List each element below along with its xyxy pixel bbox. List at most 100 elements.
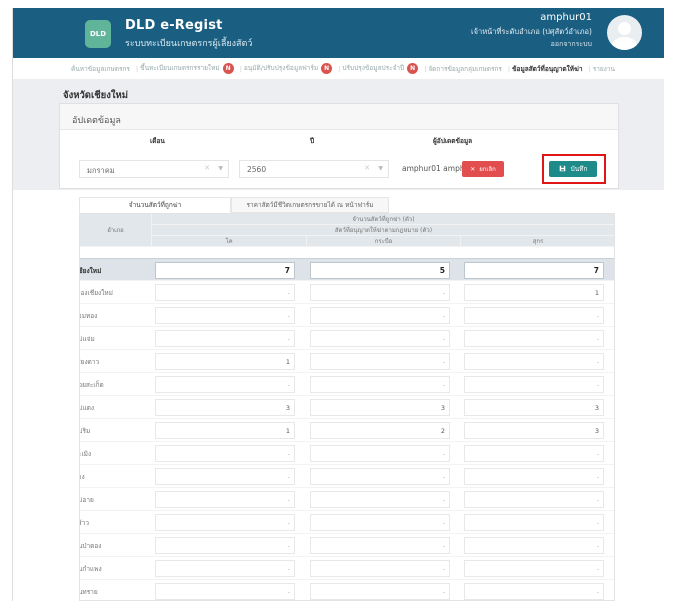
close-icon: ✕ bbox=[470, 165, 476, 173]
month-value: มกราคม bbox=[87, 166, 115, 175]
table-row: ฝาง--- bbox=[80, 465, 614, 488]
nav-item[interactable]: ค้นหาข้อมูลเกษตรกร bbox=[71, 64, 132, 74]
summary-row: เชียงใหม่ 757 bbox=[80, 258, 614, 281]
cattle-count-input[interactable]: - bbox=[155, 307, 295, 324]
district-name: แม่ริม bbox=[80, 427, 91, 435]
pig-count-input: 7 bbox=[464, 262, 604, 279]
pig-count-input[interactable]: - bbox=[464, 514, 604, 531]
card-title: อัปเดตข้อมูล bbox=[60, 104, 618, 130]
cattle-count-input[interactable]: 3 bbox=[155, 399, 295, 416]
district-name: จอมทอง bbox=[80, 312, 98, 320]
new-badge: N bbox=[321, 63, 333, 74]
pig-count-input[interactable]: - bbox=[464, 537, 604, 554]
nav-item[interactable]: อนุมัติ/ปรับปรุงข้อมูลฟาร์ม N bbox=[244, 63, 334, 74]
main-nav: ค้นหาข้อมูลเกษตรกร | ขึ้นทะเบียนเกษตรกรราย… bbox=[13, 58, 664, 80]
pig-count-input[interactable]: - bbox=[464, 468, 604, 485]
buffalo-count-input[interactable]: - bbox=[310, 537, 450, 554]
cattle-count-input[interactable]: - bbox=[155, 468, 295, 485]
nav-item-label: อนุมัติ/ปรับปรุงข้อมูลฟาร์ม bbox=[243, 64, 319, 72]
nav-item[interactable]: ขึ้นทะเบียนเกษตรกรรายใหม่ N bbox=[140, 63, 236, 74]
nav-separator: | bbox=[424, 64, 427, 73]
clear-icon[interactable]: ✕ bbox=[364, 164, 370, 172]
buffalo-count-input[interactable]: 3 bbox=[310, 399, 450, 416]
chevron-down-icon[interactable]: ▼ bbox=[218, 165, 223, 172]
table-row: สันป่าตอง--- bbox=[80, 534, 614, 557]
cattle-count-input[interactable]: - bbox=[155, 491, 295, 508]
table-row: สันทราย--- bbox=[80, 580, 614, 600]
cattle-count-input[interactable]: - bbox=[155, 330, 295, 347]
logout-link[interactable]: ออกจากระบบ bbox=[551, 39, 592, 50]
district-name: เชียงดาว bbox=[80, 358, 100, 366]
pig-count-input[interactable]: - bbox=[464, 353, 604, 370]
district-name: เมืองเชียงใหม่ bbox=[80, 289, 113, 297]
month-label: เดือน bbox=[150, 137, 165, 145]
user-role: เจ้าหน้าที่ระดับอำเภอ (ปศุสัตว์อำเภอ) bbox=[471, 27, 592, 36]
cattle-count-input[interactable]: - bbox=[155, 445, 295, 462]
buffalo-count-input[interactable]: 2 bbox=[310, 422, 450, 439]
tab-bar: จำนวนสัตว์ที่ถูกฆ่า ราคาสัตว์มีชีวิตเกษต… bbox=[79, 197, 389, 213]
pig-count-input[interactable]: - bbox=[464, 376, 604, 393]
avatar-head-icon bbox=[618, 22, 631, 35]
buffalo-count-input[interactable]: - bbox=[310, 468, 450, 485]
nav-item[interactable]: จัดการข้อมูลกลุ่มเกษตรกร bbox=[428, 64, 504, 74]
tab-farm-price[interactable]: ราคาสัตว์มีชีวิตเกษตรกรขายได้ ณ หน้าฟาร์… bbox=[231, 197, 389, 213]
header-legal-slaughter: สัตว์ที่อนุญาตให้ฆ่าตามกฎหมาย (ตัว) bbox=[152, 225, 614, 236]
nav-item[interactable]: ข้อมูลสัตว์ที่อนุญาตให้ฆ่า bbox=[512, 64, 584, 74]
month-select[interactable]: มกราคม ✕ ▼ bbox=[79, 160, 229, 178]
buffalo-count-input[interactable]: - bbox=[310, 330, 450, 347]
pig-count-input[interactable]: 3 bbox=[464, 399, 604, 416]
avatar[interactable] bbox=[607, 15, 642, 50]
district-name: พร้าว bbox=[80, 519, 90, 527]
nav-item-label: ข้อมูลสัตว์ที่อนุญาตให้ฆ่า bbox=[512, 64, 583, 73]
dld-logo-icon[interactable]: DLD bbox=[85, 20, 111, 48]
pig-count-input[interactable]: - bbox=[464, 560, 604, 577]
nav-item[interactable]: ปรับปรุงข้อมูลประจำปี N bbox=[342, 63, 420, 74]
buffalo-count-input[interactable]: - bbox=[310, 560, 450, 577]
tab-slaughter-count[interactable]: จำนวนสัตว์ที่ถูกฆ่า bbox=[79, 197, 231, 213]
nav-separator: | bbox=[588, 64, 591, 73]
buffalo-count-input[interactable]: - bbox=[310, 445, 450, 462]
cattle-count-input[interactable]: - bbox=[155, 284, 295, 301]
cattle-count-input[interactable]: 1 bbox=[155, 422, 295, 439]
buffalo-count-input[interactable]: - bbox=[310, 284, 450, 301]
buffalo-count-input[interactable]: - bbox=[310, 514, 450, 531]
nav-item-label: ปรับปรุงข้อมูลประจำปี bbox=[342, 64, 405, 72]
nav-separator: | bbox=[507, 64, 511, 73]
nav-separator: | bbox=[135, 64, 139, 73]
pig-count-input[interactable]: - bbox=[464, 583, 604, 600]
nav-item-label: ค้นหาข้อมูลเกษตรกร bbox=[71, 64, 130, 73]
save-button[interactable]: บันทึก bbox=[549, 161, 597, 177]
pig-count-input[interactable]: - bbox=[464, 491, 604, 508]
cattle-count-input[interactable]: - bbox=[155, 376, 295, 393]
cattle-count-input[interactable]: - bbox=[155, 583, 295, 600]
chevron-down-icon[interactable]: ▼ bbox=[378, 165, 383, 172]
nav-item-label: ขึ้นทะเบียนเกษตรกรรายใหม่ bbox=[140, 64, 220, 72]
buffalo-count-input[interactable]: - bbox=[310, 583, 450, 600]
year-value: 2560 bbox=[247, 165, 267, 174]
cattle-count-input[interactable]: - bbox=[155, 560, 295, 577]
clear-icon[interactable]: ✕ bbox=[204, 164, 210, 172]
nav-item[interactable]: รายงาน bbox=[593, 64, 617, 74]
cattle-count-input[interactable]: 1 bbox=[155, 353, 295, 370]
pig-count-input[interactable]: - bbox=[464, 445, 604, 462]
pig-count-input[interactable]: 1 bbox=[464, 284, 604, 301]
buffalo-count-input[interactable]: - bbox=[310, 376, 450, 393]
district-name: สันทราย bbox=[80, 588, 98, 596]
table-row: สะเมิง--- bbox=[80, 442, 614, 465]
col-district-header: อำเภอ bbox=[80, 214, 152, 247]
user-name: amphur01 bbox=[540, 12, 592, 23]
header-total-slaughter: จำนวนสัตว์ที่ถูกฆ่า (ตัว) bbox=[152, 214, 614, 225]
buffalo-count-input[interactable]: - bbox=[310, 307, 450, 324]
cattle-count-input[interactable]: - bbox=[155, 514, 295, 531]
buffalo-count-input[interactable]: - bbox=[310, 353, 450, 370]
buffalo-count-input[interactable]: - bbox=[310, 491, 450, 508]
pig-count-input[interactable]: - bbox=[464, 330, 604, 347]
pig-count-input[interactable]: - bbox=[464, 307, 604, 324]
cancel-button[interactable]: ✕ ยกเลิก bbox=[462, 161, 504, 177]
district-name: สะเมิง bbox=[80, 450, 92, 458]
pig-count-input[interactable]: 3 bbox=[464, 422, 604, 439]
cattle-count-input[interactable]: - bbox=[155, 537, 295, 554]
cattle-count-input: 7 bbox=[155, 262, 295, 279]
year-select[interactable]: 2560 ✕ ▼ bbox=[239, 160, 389, 178]
province-title: จังหวัดเชียงใหม่ bbox=[63, 90, 129, 101]
